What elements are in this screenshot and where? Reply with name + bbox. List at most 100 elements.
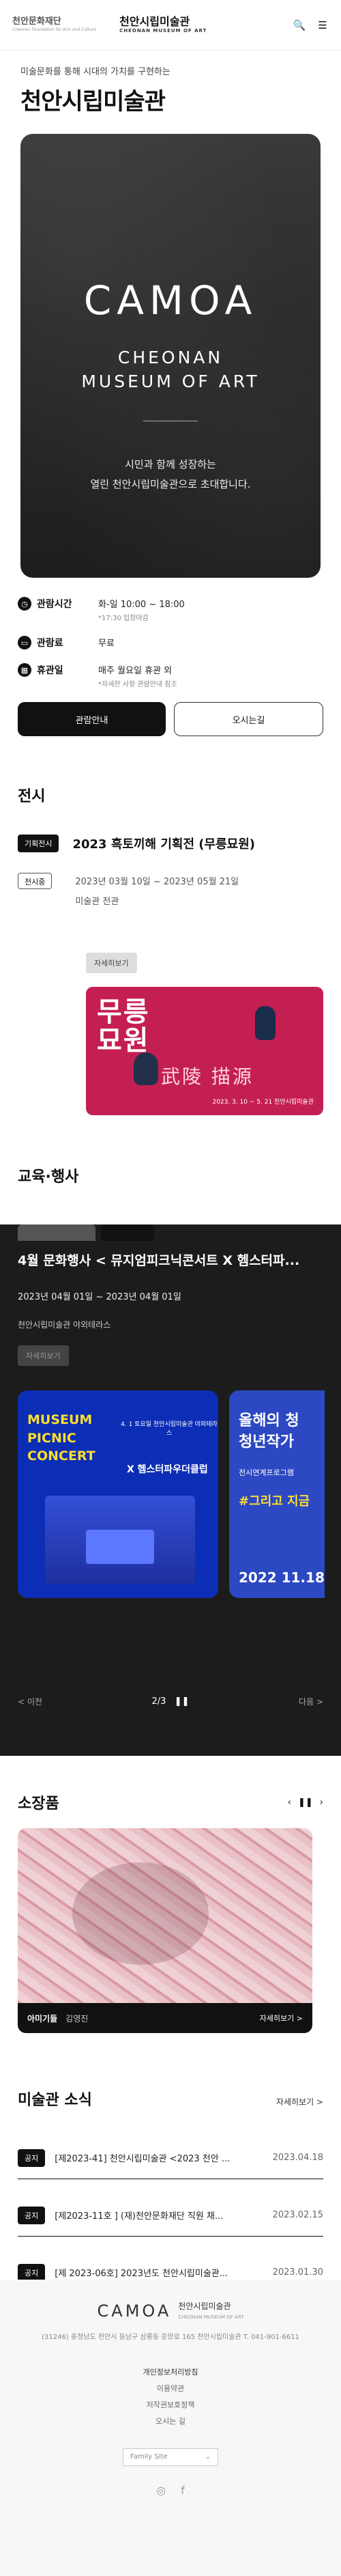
footer-brand-sub: CHEONAN MUSEUM OF ART — [178, 2314, 244, 2321]
slide1-title: MUSEUM PICNIC CONCERT — [27, 1411, 95, 1466]
news-date: 2023.01.30 — [272, 2267, 323, 2278]
prev-button[interactable]: < 이전 — [18, 1696, 42, 1707]
chevron-left-icon[interactable]: ‹ — [288, 1797, 291, 1808]
visit-guide-button[interactable]: 관람안내 — [18, 702, 166, 736]
news-item[interactable]: 공지 [제2023-41] 천안시립미술관 <2023 천안 ... 2023.… — [18, 2137, 323, 2180]
terms-link[interactable]: 이용약관 — [0, 2381, 341, 2397]
family-site-select[interactable]: Family Site ⌄ — [123, 2448, 218, 2466]
museum-wordmark: CHEONAN MUSEUM OF ART — [20, 346, 321, 393]
poster-hanja: 武陵 描源 — [161, 1065, 254, 1089]
hero-message-line-2: 열린 천안시립미술관으로 초대합니다. — [90, 477, 251, 490]
poster-info: 2023. 3. 10 ~ 5. 21 천안시립미술관 — [212, 1098, 314, 1106]
menu-icon[interactable]: ☰ — [316, 19, 329, 31]
directions-button[interactable]: 오시는길 — [174, 702, 323, 736]
hero-subtitle: 미술문화를 통해 시대의 가치를 구현하는 — [20, 67, 170, 77]
rabbit-illustration — [255, 1006, 276, 1041]
wordmark-line-1: CHEONAN — [117, 348, 224, 367]
hero-message-line-1: 시민과 함께 성장하는 — [125, 458, 216, 471]
visit-info: ◷ 관람시간 화-일 10:00 ~ 18:00 *17:30 입장마감 ▭ 관… — [0, 578, 341, 736]
education-tabs — [18, 1224, 154, 1242]
news-date: 2023.02.15 — [272, 2210, 323, 2221]
site-footer: CAMOA 천안시립미술관 CHEONAN MUSEUM OF ART (312… — [0, 2280, 341, 2576]
education-title: 교육·행사 — [18, 1168, 79, 1186]
pause-icon[interactable]: ❚❚ — [298, 1797, 313, 1808]
slide1-title-line-3: CONCERT — [27, 1448, 95, 1464]
exhibition-type-tag: 기획전시 — [18, 835, 59, 852]
collection-artwork[interactable]: 아미기들 김영진 자세히보기 > — [18, 1828, 312, 2034]
slide1-title-line-1: MUSEUM — [27, 1412, 93, 1428]
hours-label: 관람시간 — [37, 599, 72, 610]
slide2-title-line-2: 청년작가 — [239, 1433, 294, 1451]
footer-logo: CAMOA 천안시립미술관 CHEONAN MUSEUM OF ART — [98, 2301, 244, 2321]
page: 천안문화재단 Cheonan Foundation for Arts and C… — [0, 0, 341, 2576]
exhibition-name[interactable]: 2023 흑토끼해 기획전 (무릉묘원) — [72, 835, 255, 852]
hours-note: *17:30 입장마감 — [98, 615, 149, 622]
hero-visual: CAMOA CHEONAN MUSEUM OF ART 시민과 함께 성장하는 … — [20, 134, 321, 578]
news-item[interactable]: 공지 [제2023-11호 ] (재)천안문화재단 직원 채... 2023.0… — [18, 2194, 323, 2237]
chevron-down-icon: ⌄ — [205, 2453, 211, 2461]
closed-text: 매주 월요일 휴관 외 — [98, 666, 173, 676]
artwork-name: 아미기들 — [27, 2013, 58, 2024]
collection-title: 소장품 — [18, 1795, 59, 1813]
exhibition-more-button[interactable]: 자세히보기 — [86, 953, 137, 974]
hours-text: 화-일 10:00 ~ 18:00 — [98, 600, 185, 610]
pager-center: 2/3 ❚❚ — [151, 1696, 189, 1707]
hours-row: ◷ 관람시간 화-일 10:00 ~ 18:00 *17:30 입장마감 — [18, 597, 323, 622]
fee-value: 무료 — [98, 639, 115, 649]
slide2-date: 2022 11.18 ~ — [239, 1569, 325, 1586]
stage-illustration — [45, 1496, 195, 1585]
exhibition-poster[interactable]: 무릉 묘원 武陵 描源 2023. 3. 10 ~ 5. 21 천안시립미술관 — [86, 987, 323, 1116]
footer-links: 개인정보처리방침 이용약관 저작권보호정책 오시는 길 — [0, 2364, 341, 2431]
news-tag: 공지 — [18, 2148, 46, 2167]
instagram-icon[interactable]: ◎ — [156, 2484, 166, 2497]
slide-picnic-concert[interactable]: MUSEUM PICNIC CONCERT 4. 1 토요일 천안시립미술관 야… — [18, 1390, 218, 1599]
facebook-icon[interactable]: f — [181, 2484, 185, 2497]
exhibition-venue: 미술관 전관 — [75, 896, 119, 907]
exhibition-period: 2023년 03월 10일 ~ 2023년 05월 21일 — [75, 877, 239, 887]
cat-illustration — [134, 1052, 158, 1086]
camoa-wordmark: CAMOA — [83, 277, 258, 324]
hours-value: 화-일 10:00 ~ 18:00 *17:30 입장마감 — [98, 597, 185, 622]
slide2-title-line-1: 올해의 청 — [239, 1412, 299, 1430]
directions-link[interactable]: 오시는 길 — [0, 2413, 341, 2430]
privacy-link[interactable]: 개인정보처리방침 — [0, 2364, 341, 2381]
artwork-author: 김영진 — [65, 2013, 89, 2024]
slide2-title: 올해의 청 청년작가 — [239, 1411, 299, 1453]
education-period: 2023년 04월 01일 ~ 2023년 04월 01일 — [18, 1292, 181, 1303]
site-header: 천안문화재단 Cheonan Foundation for Arts and C… — [0, 0, 341, 51]
education-tab-1[interactable] — [18, 1224, 95, 1242]
news-section: 미술관 소식 자세히보기 > 공지 [제2023-41] 천안시립미술관 <20… — [0, 2033, 341, 2295]
news-date: 2023.04.18 — [272, 2153, 323, 2164]
education-slider: MUSEUM PICNIC CONCERT 4. 1 토요일 천안시립미술관 야… — [18, 1390, 325, 1599]
news-text: [제2023-41] 천안시립미술관 <2023 천안 ... — [55, 2154, 231, 2165]
org-logo[interactable]: 천안문화재단 Cheonan Foundation for Arts and C… — [12, 16, 96, 33]
slide2-sub: 전시연계프로그램 — [239, 1468, 294, 1478]
hero-message: 시민과 함께 성장하는 열린 천안시립미술관으로 초대합니다. — [20, 455, 321, 494]
pause-icon[interactable]: ❚❚ — [175, 1696, 190, 1707]
poster-title-line-2: 묘원 — [97, 1025, 150, 1057]
poster-title: 무릉 묘원 — [97, 998, 150, 1055]
slide1-title-line-2: PICNIC — [27, 1430, 76, 1446]
exhibition-title: 전시 — [18, 788, 46, 805]
news-title: 미술관 소식 — [18, 2092, 92, 2110]
news-tag: 공지 — [18, 2263, 46, 2282]
search-icon[interactable]: 🔍 — [293, 19, 306, 31]
pager-count: 2/3 — [151, 1696, 166, 1707]
next-button[interactable]: 다음 > — [299, 1696, 323, 1707]
news-tag: 공지 — [18, 2206, 46, 2224]
family-site-label: Family Site — [130, 2453, 168, 2461]
chevron-right-icon[interactable]: › — [320, 1797, 323, 1808]
hero-section: 미술문화를 통해 시대의 가치를 구현하는 천안시립미술관 CAMOA CHEO… — [0, 64, 341, 578]
slide-young-artist[interactable]: 올해의 청 청년작가 전시연계프로그램 #그리고 지금 2022 11.18 ~ — [229, 1390, 325, 1599]
news-more-link[interactable]: 자세히보기 > — [276, 2096, 323, 2108]
education-title-wrap: 교육·행사 — [0, 1115, 341, 1224]
ticket-icon: ▭ — [18, 636, 31, 649]
copyright-link[interactable]: 저작권보호정책 — [0, 2397, 341, 2413]
education-tab-2[interactable] — [101, 1224, 154, 1242]
news-text: [제 2023-06호] 2023년도 천안시립미술관... — [55, 2269, 228, 2280]
education-venue: 천안시립미술관 야외테라스 — [18, 1320, 111, 1330]
closed-note: *자세한 사항 관람안내 참조 — [98, 681, 177, 688]
education-more-button[interactable]: 자세히보기 — [18, 1345, 69, 1367]
museum-logo[interactable]: 천안시립미술관 CHEONAN MUSEUM OF ART — [119, 16, 207, 34]
artwork-more-link[interactable]: 자세히보기 > — [260, 2013, 303, 2024]
